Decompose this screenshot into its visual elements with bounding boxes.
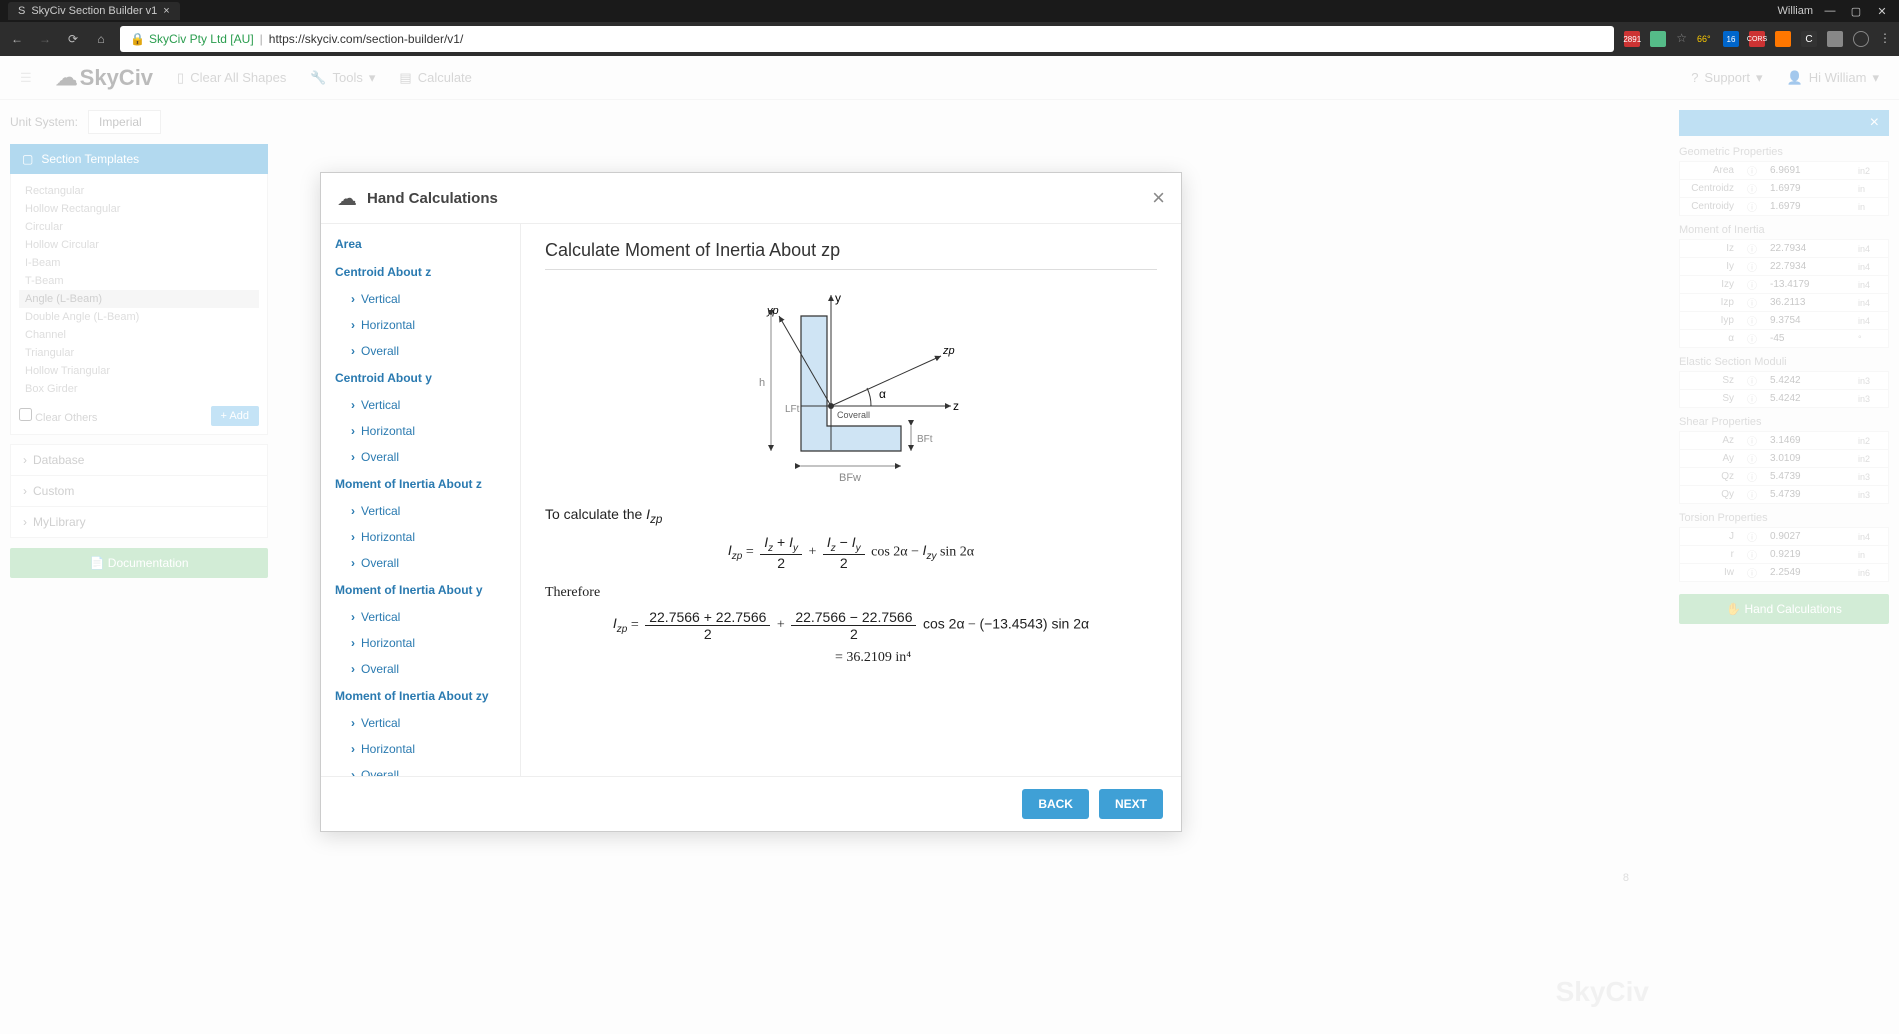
nav-heading[interactable]: Moment of Inertia About zy: [321, 682, 520, 710]
address-url: https://skyciv.com/section-builder/v1/: [269, 32, 464, 46]
window-maximize-icon[interactable]: ▢: [1847, 4, 1865, 18]
nav-forward-icon[interactable]: →: [36, 32, 54, 46]
ext-icon-3[interactable]: 16: [1723, 31, 1739, 47]
os-titlebar: S SkyCiv Section Builder v1 × William — …: [0, 0, 1899, 22]
nav-heading[interactable]: Moment of Inertia About y: [321, 576, 520, 604]
ext-icon-7[interactable]: [1853, 31, 1869, 47]
nav-subitem[interactable]: Overall: [321, 762, 520, 776]
nav-subitem[interactable]: Vertical: [321, 710, 520, 736]
ext-icon-5[interactable]: C: [1801, 31, 1817, 47]
ext-icon-1[interactable]: 2891: [1624, 31, 1640, 47]
bookmark-star-icon[interactable]: ☆: [1676, 31, 1687, 47]
therefore-label: Therefore: [545, 585, 1157, 601]
window-close-icon[interactable]: ✕: [1873, 4, 1891, 18]
window-minimize-icon[interactable]: —: [1821, 4, 1839, 18]
address-host: SkyCiv Pty Ltd [AU]: [149, 32, 254, 46]
svg-text:α: α: [879, 387, 886, 401]
tab-favicon: S: [18, 5, 25, 17]
ext-icon-4[interactable]: [1775, 31, 1791, 47]
browser-tab[interactable]: S SkyCiv Section Builder v1 ×: [8, 2, 180, 20]
nav-subitem[interactable]: Overall: [321, 444, 520, 470]
back-button[interactable]: BACK: [1022, 789, 1089, 819]
nav-heading[interactable]: Area: [321, 230, 520, 258]
nav-subitem[interactable]: Overall: [321, 656, 520, 682]
next-button[interactable]: NEXT: [1099, 789, 1163, 819]
modal-title: Hand Calculations: [367, 190, 498, 207]
svg-text:z: z: [953, 399, 959, 413]
ext-icon-6[interactable]: [1827, 31, 1843, 47]
formula-result: = 36.2109 in⁴: [835, 650, 1157, 666]
modal-content: Calculate Moment of Inertia About zp y z: [521, 224, 1181, 776]
calc-intro: To calculate the Izp: [545, 506, 1157, 526]
svg-text:LFt: LFt: [785, 404, 800, 415]
app-viewport: ☰ ☁ SkyCiv ▯ Clear All Shapes 🔧 Tools ▾ …: [0, 56, 1899, 1034]
nav-subitem[interactable]: Overall: [321, 550, 520, 576]
svg-text:BFw: BFw: [839, 472, 861, 484]
svg-text:yp: yp: [766, 305, 779, 317]
nav-subitem[interactable]: Vertical: [321, 392, 520, 418]
ext-weather-icon[interactable]: 66°: [1697, 31, 1713, 47]
hand-calculations-modal: ☁ Hand Calculations × AreaCentroid About…: [320, 172, 1182, 832]
formula-numeric: Izp = 22.7566 + 22.75662 + 22.7566 − 22.…: [545, 609, 1157, 642]
svg-text:Coverall: Coverall: [837, 410, 870, 420]
nav-subitem[interactable]: Overall: [321, 338, 520, 364]
svg-text:zp: zp: [942, 345, 955, 357]
nav-subitem[interactable]: Vertical: [321, 286, 520, 312]
nav-heading[interactable]: Centroid About y: [321, 364, 520, 392]
modal-nav[interactable]: AreaCentroid About zVerticalHorizontalOv…: [321, 224, 521, 776]
address-bar[interactable]: 🔒 SkyCiv Pty Ltd [AU] | https://skyciv.c…: [120, 26, 1614, 52]
nav-subitem[interactable]: Horizontal: [321, 630, 520, 656]
nav-heading[interactable]: Centroid About z: [321, 258, 520, 286]
os-user-label: William: [1778, 5, 1813, 17]
browser-menu-icon[interactable]: ⋮: [1879, 31, 1891, 47]
nav-subitem[interactable]: Horizontal: [321, 418, 520, 444]
ext-cors-icon[interactable]: CORS: [1749, 31, 1765, 47]
extension-icons: 2891 ☆ 66° 16 CORS C ⋮: [1624, 31, 1891, 47]
formula-general: Izp = Iz + Iy2 + Iz − Iy2 cos 2α − Izy s…: [545, 534, 1157, 571]
ext-icon-2[interactable]: [1650, 31, 1666, 47]
nav-home-icon[interactable]: ⌂: [92, 32, 110, 46]
browser-toolbar: ← → ⟳ ⌂ 🔒 SkyCiv Pty Ltd [AU] | https://…: [0, 22, 1899, 56]
tab-title: SkyCiv Section Builder v1: [31, 5, 157, 17]
cloud-icon: ☁: [337, 186, 357, 211]
nav-subitem[interactable]: Horizontal: [321, 524, 520, 550]
nav-subitem[interactable]: Horizontal: [321, 736, 520, 762]
svg-text:h: h: [759, 377, 765, 389]
content-heading: Calculate Moment of Inertia About zp: [545, 240, 1157, 270]
tab-close-icon[interactable]: ×: [163, 5, 169, 17]
lock-icon: 🔒: [130, 32, 145, 46]
svg-text:BFt: BFt: [917, 434, 933, 445]
nav-heading[interactable]: Moment of Inertia About z: [321, 470, 520, 498]
nav-subitem[interactable]: Horizontal: [321, 312, 520, 338]
nav-reload-icon[interactable]: ⟳: [64, 32, 82, 46]
nav-subitem[interactable]: Vertical: [321, 498, 520, 524]
nav-back-icon[interactable]: ←: [8, 32, 26, 46]
nav-subitem[interactable]: Vertical: [321, 604, 520, 630]
section-diagram: y z yp zp α: [545, 286, 1157, 486]
svg-text:y: y: [835, 291, 841, 305]
modal-close-icon[interactable]: ×: [1152, 185, 1165, 211]
